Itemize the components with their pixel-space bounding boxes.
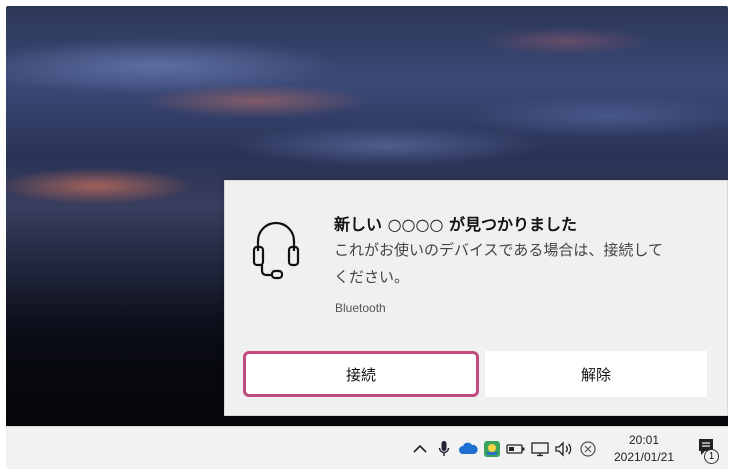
action-center-button[interactable]: 1 bbox=[684, 427, 728, 469]
desktop-screen: 新しい ○○○○ が見つかりました これがお使いのデバイスである場合は、接続して… bbox=[6, 6, 728, 469]
app-tray-icon[interactable] bbox=[482, 437, 502, 461]
taskbar-clock[interactable]: 20:01 2021/01/21 bbox=[604, 432, 684, 466]
clock-time: 20:01 bbox=[628, 432, 660, 447]
clock-date: 2021/01/21 bbox=[613, 449, 675, 464]
system-tray: 20:01 2021/01/21 1 bbox=[408, 427, 728, 469]
close-circle-icon[interactable] bbox=[578, 437, 598, 461]
taskbar: 20:01 2021/01/21 1 bbox=[6, 426, 728, 469]
battery-icon[interactable] bbox=[506, 437, 526, 461]
network-icon[interactable] bbox=[530, 437, 550, 461]
connect-button[interactable]: 接続 bbox=[243, 351, 479, 397]
notification-message: これがお使いのデバイスである場合は、接続してください。 bbox=[334, 241, 663, 286]
bluetooth-notification-toast[interactable]: 新しい ○○○○ が見つかりました これがお使いのデバイスである場合は、接続して… bbox=[224, 180, 728, 416]
notification-count-badge: 1 bbox=[704, 449, 719, 464]
headset-icon bbox=[251, 215, 301, 281]
notification-attribution: Bluetooth bbox=[335, 301, 386, 315]
dismiss-button[interactable]: 解除 bbox=[485, 351, 707, 397]
onedrive-cloud-icon[interactable] bbox=[458, 437, 478, 461]
notification-title: 新しい ○○○○ が見つかりました bbox=[334, 215, 577, 234]
chevron-up-icon[interactable] bbox=[410, 437, 430, 461]
microphone-icon[interactable] bbox=[434, 437, 454, 461]
volume-icon[interactable] bbox=[554, 437, 574, 461]
